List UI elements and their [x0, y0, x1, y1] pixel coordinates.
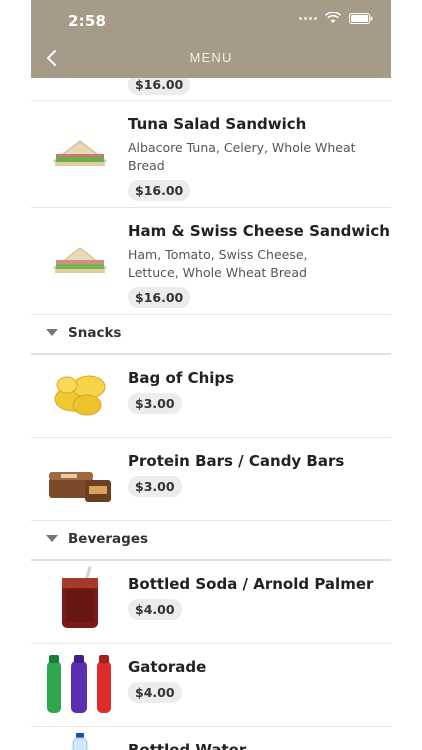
battery-icon	[349, 12, 373, 24]
triangle-down-icon	[46, 535, 58, 542]
signal-icon	[299, 16, 317, 20]
menu-screen: 2:58 MENU $16.00 Tuna Salad Sandwich Alb…	[31, 0, 391, 750]
item-name: Gatorade	[128, 658, 207, 676]
water-bottle-image	[45, 733, 115, 750]
item-name: Bottled Soda / Arnold Palmer	[128, 575, 374, 593]
section-title: Snacks	[68, 325, 122, 341]
candy-bars-image	[45, 448, 115, 512]
price-badge: $3.00	[128, 393, 182, 414]
wifi-icon	[325, 12, 341, 24]
page-title: MENU	[189, 50, 233, 65]
list-item[interactable]: Protein Bars / Candy Bars $3.00	[31, 438, 391, 521]
price-badge: $16.00	[128, 180, 191, 201]
list-item[interactable]: Ham & Swiss Cheese Sandwich Ham, Tomato,…	[31, 208, 391, 315]
list-item[interactable]: Tuna Salad Sandwich Albacore Tuna, Celer…	[31, 101, 391, 208]
item-name: Bottled Water	[128, 741, 247, 750]
status-time: 2:58	[68, 12, 107, 30]
price-badge: $16.00	[128, 287, 191, 308]
soda-image	[45, 566, 115, 631]
price-badge: $4.00	[128, 682, 182, 703]
section-title: Beverages	[68, 531, 149, 547]
item-description: Ham, Tomato, Swiss Cheese, Lettuce, Whol…	[128, 247, 308, 280]
sandwich-image	[45, 228, 115, 292]
triangle-down-icon	[46, 329, 58, 336]
item-name: Bag of Chips	[128, 369, 235, 387]
list-item[interactable]: Bottled Water	[31, 727, 391, 750]
list-item[interactable]: Bottled Soda / Arnold Palmer $4.00	[31, 561, 391, 644]
section-header-beverages[interactable]: Beverages	[31, 521, 391, 561]
nav-header: 2:58 MENU	[31, 0, 391, 78]
status-icons	[299, 12, 373, 24]
menu-list[interactable]: $16.00 Tuna Salad Sandwich Albacore Tuna…	[31, 78, 391, 750]
item-name: Ham & Swiss Cheese Sandwich	[128, 222, 390, 240]
gatorade-image	[45, 652, 115, 716]
item-description: Albacore Tuna, Celery, Whole Wheat Bread	[128, 140, 356, 173]
item-name: Tuna Salad Sandwich	[128, 115, 307, 133]
chips-image	[45, 363, 115, 427]
previous-item-sliver: $16.00	[31, 78, 391, 101]
section-header-snacks[interactable]: Snacks	[31, 315, 391, 355]
item-name: Protein Bars / Candy Bars	[128, 452, 345, 470]
price-badge: $16.00	[128, 78, 191, 95]
price-badge: $4.00	[128, 599, 182, 620]
list-item[interactable]: Gatorade $4.00	[31, 644, 391, 727]
list-item[interactable]: Bag of Chips $3.00	[31, 355, 391, 438]
price-badge: $3.00	[128, 476, 182, 497]
sandwich-image	[45, 121, 115, 185]
